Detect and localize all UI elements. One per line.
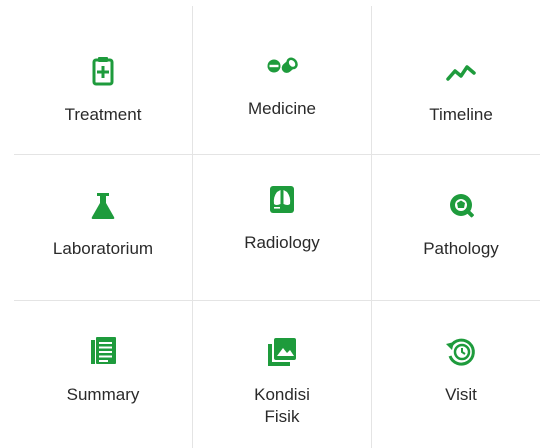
pills-icon: [264, 48, 300, 84]
trend-line-icon: [443, 54, 479, 90]
history-clock-icon: [443, 334, 479, 370]
menu-grid: Treatment Medicine Timeline Laboratorium…: [0, 0, 540, 448]
grid-divider: [14, 300, 540, 301]
menu-item-treatment[interactable]: Treatment: [14, 54, 192, 126]
menu-item-kondisi-fisik[interactable]: Kondisi Fisik: [193, 334, 371, 428]
menu-item-summary[interactable]: Summary: [14, 334, 192, 406]
menu-item-label: Laboratorium: [52, 239, 154, 258]
menu-item-radiology[interactable]: Radiology: [193, 182, 371, 254]
photo-library-icon: [264, 334, 300, 370]
menu-item-medicine[interactable]: Medicine: [193, 48, 371, 120]
document-list-icon: [85, 334, 121, 370]
lungs-xray-icon: [264, 182, 300, 218]
flask-icon: [85, 188, 121, 224]
menu-item-label: Pathology: [423, 239, 499, 258]
menu-item-laboratorium[interactable]: Laboratorium: [14, 188, 192, 260]
menu-item-label: Summary: [66, 385, 140, 404]
menu-item-visit[interactable]: Visit: [372, 334, 540, 406]
menu-item-label: Kondisi Fisik: [254, 385, 310, 426]
clipboard-plus-icon: [85, 54, 121, 90]
menu-item-label: Treatment: [64, 105, 142, 124]
menu-item-label: Radiology: [244, 233, 320, 252]
menu-item-label: Timeline: [429, 105, 493, 124]
grid-divider: [14, 154, 540, 155]
menu-item-timeline[interactable]: Timeline: [372, 54, 540, 126]
menu-item-pathology[interactable]: Pathology: [372, 188, 540, 260]
menu-item-label: Medicine: [247, 99, 317, 118]
microscope-slide-icon: [443, 188, 479, 224]
menu-item-label: Visit: [445, 385, 477, 404]
